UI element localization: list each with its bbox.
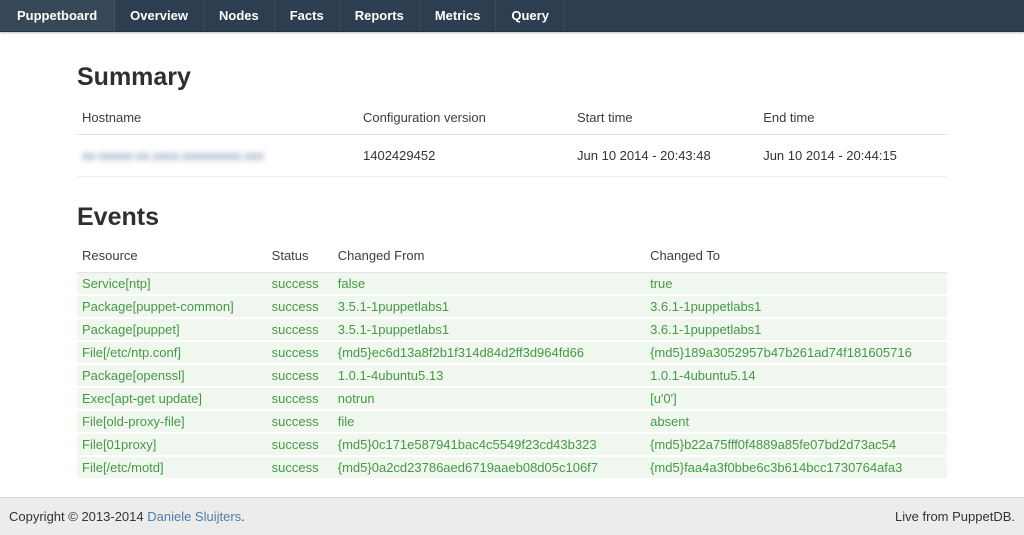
event-status: success bbox=[267, 273, 333, 296]
event-resource: Package[openssl] bbox=[77, 364, 267, 387]
config-version-value: 1402429452 bbox=[358, 135, 572, 177]
events-col-changed-to: Changed To bbox=[645, 238, 947, 273]
summary-section: Summary Hostname Configuration version S… bbox=[77, 62, 947, 177]
event-status: success bbox=[267, 364, 333, 387]
event-row: Package[puppet] success 3.5.1-1puppetlab… bbox=[77, 318, 947, 341]
event-row: File[old-proxy-file] success file absent bbox=[77, 410, 947, 433]
events-col-status: Status bbox=[267, 238, 333, 273]
event-changed-from: {md5}0a2cd23786aed6719aaeb08d05c106f7 bbox=[333, 456, 645, 479]
event-changed-from: file bbox=[333, 410, 645, 433]
event-row: Service[ntp] success false true bbox=[77, 273, 947, 296]
events-heading: Events bbox=[77, 202, 947, 232]
event-row: File[01proxy] success {md5}0c171e587941b… bbox=[77, 433, 947, 456]
nav-item-query[interactable]: Query bbox=[496, 0, 565, 31]
event-changed-from: notrun bbox=[333, 387, 645, 410]
event-resource: File[/etc/motd] bbox=[77, 456, 267, 479]
event-status: success bbox=[267, 341, 333, 364]
events-table: Resource Status Changed From Changed To … bbox=[77, 238, 947, 480]
event-changed-from: false bbox=[333, 273, 645, 296]
page-footer: Copyright © 2013-2014 Daniele Sluijters.… bbox=[0, 497, 1024, 535]
event-changed-to: {md5}b22a75fff0f4889a85fe07bd2d73ac54 bbox=[645, 433, 947, 456]
summary-header-row: Hostname Configuration version Start tim… bbox=[77, 100, 947, 135]
summary-table: Hostname Configuration version Start tim… bbox=[77, 100, 947, 177]
event-row: Package[openssl] success 1.0.1-4ubuntu5.… bbox=[77, 364, 947, 387]
nav-item-nodes[interactable]: Nodes bbox=[204, 0, 275, 31]
nav-brand-puppetboard[interactable]: Puppetboard bbox=[0, 0, 115, 31]
event-changed-to: [u'0'] bbox=[645, 387, 947, 410]
nav-item-metrics[interactable]: Metrics bbox=[420, 0, 497, 31]
events-col-changed-from: Changed From bbox=[333, 238, 645, 273]
event-row: Package[puppet-common] success 3.5.1-1pu… bbox=[77, 295, 947, 318]
nav-item-overview[interactable]: Overview bbox=[115, 0, 204, 31]
summary-col-end-time: End time bbox=[758, 100, 947, 135]
report-page: Summary Hostname Configuration version S… bbox=[0, 32, 1024, 497]
event-changed-to: 3.6.1-1puppetlabs1 bbox=[645, 318, 947, 341]
events-section: Events Resource Status Changed From Chan… bbox=[77, 202, 947, 480]
event-changed-from: 3.5.1-1puppetlabs1 bbox=[333, 295, 645, 318]
summary-col-config-version: Configuration version bbox=[358, 100, 572, 135]
footer-live-status: Live from PuppetDB. bbox=[895, 509, 1015, 524]
nav-item-facts[interactable]: Facts bbox=[275, 0, 340, 31]
event-status: success bbox=[267, 433, 333, 456]
event-resource: Service[ntp] bbox=[77, 273, 267, 296]
event-changed-to: {md5}faa4a3f0bbe6c3b614bcc1730764afa3 bbox=[645, 456, 947, 479]
event-status: success bbox=[267, 295, 333, 318]
event-resource: Package[puppet-common] bbox=[77, 295, 267, 318]
event-changed-to: 1.0.1-4ubuntu5.14 bbox=[645, 364, 947, 387]
nav-item-reports[interactable]: Reports bbox=[340, 0, 420, 31]
event-changed-to: {md5}189a3052957b47b261ad74f181605716 bbox=[645, 341, 947, 364]
event-row: File[/etc/ntp.conf] success {md5}ec6d13a… bbox=[77, 341, 947, 364]
event-resource: Exec[apt-get update] bbox=[77, 387, 267, 410]
event-changed-from: 1.0.1-4ubuntu5.13 bbox=[333, 364, 645, 387]
event-status: success bbox=[267, 387, 333, 410]
event-status: success bbox=[267, 456, 333, 479]
summary-col-hostname: Hostname bbox=[77, 100, 358, 135]
event-row: Exec[apt-get update] success notrun [u'0… bbox=[77, 387, 947, 410]
event-changed-from: {md5}0c171e587941bac4c5549f23cd43b323 bbox=[333, 433, 645, 456]
copyright-period: . bbox=[241, 509, 245, 524]
hostname-link-redacted[interactable]: xx-xxxxx-xx.xxxx.xxxxxxxxx.xxx bbox=[82, 148, 264, 163]
event-changed-to: 3.6.1-1puppetlabs1 bbox=[645, 295, 947, 318]
event-status: success bbox=[267, 318, 333, 341]
event-changed-from: 3.5.1-1puppetlabs1 bbox=[333, 318, 645, 341]
summary-row: xx-xxxxx-xx.xxxx.xxxxxxxxx.xxx 140242945… bbox=[77, 135, 947, 177]
event-resource: File[/etc/ntp.conf] bbox=[77, 341, 267, 364]
event-resource: File[01proxy] bbox=[77, 433, 267, 456]
event-changed-to: absent bbox=[645, 410, 947, 433]
event-status: success bbox=[267, 410, 333, 433]
event-row: File[/etc/motd] success {md5}0a2cd23786a… bbox=[77, 456, 947, 479]
end-time-value: Jun 10 2014 - 20:44:15 bbox=[758, 135, 947, 177]
event-changed-from: {md5}ec6d13a8f2b1f314d84d2ff3d964fd66 bbox=[333, 341, 645, 364]
summary-col-start-time: Start time bbox=[572, 100, 758, 135]
events-header-row: Resource Status Changed From Changed To bbox=[77, 238, 947, 273]
events-col-resource: Resource bbox=[77, 238, 267, 273]
event-changed-to: true bbox=[645, 273, 947, 296]
start-time-value: Jun 10 2014 - 20:43:48 bbox=[572, 135, 758, 177]
copyright-text: Copyright © 2013-2014 bbox=[9, 509, 147, 524]
footer-copyright: Copyright © 2013-2014 Daniele Sluijters. bbox=[9, 509, 245, 524]
event-resource: Package[puppet] bbox=[77, 318, 267, 341]
event-resource: File[old-proxy-file] bbox=[77, 410, 267, 433]
summary-heading: Summary bbox=[77, 62, 947, 92]
author-link[interactable]: Daniele Sluijters bbox=[147, 509, 241, 524]
top-navbar: Puppetboard Overview Nodes Facts Reports… bbox=[0, 0, 1024, 32]
